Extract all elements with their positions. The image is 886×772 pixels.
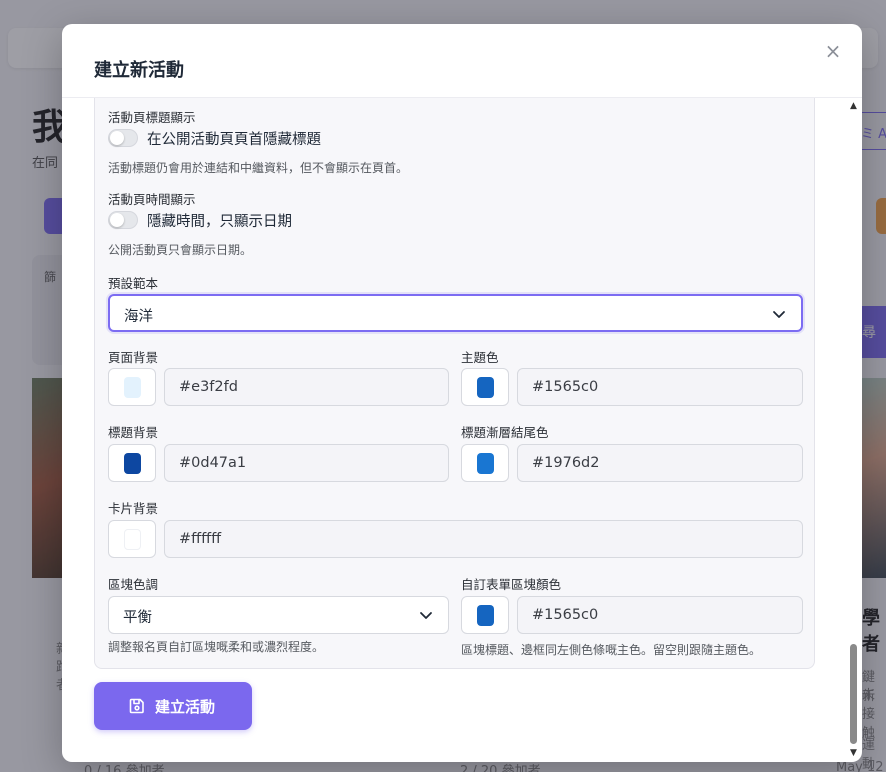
- time-display-hint: 公開活動頁只會顯示日期。: [108, 243, 253, 257]
- block-tone-select-value: 平衡: [123, 610, 152, 626]
- create-event-button-label: 建立活動: [155, 698, 216, 716]
- page-bg-hex-input[interactable]: #e3f2fd: [164, 368, 449, 406]
- scroll-down-arrow[interactable]: ▼: [850, 748, 857, 758]
- block-color-hex-value: #1565c0: [532, 607, 599, 623]
- gradient-end-label: 標題漸層結尾色: [461, 425, 549, 440]
- page-bg-label: 頁面背景: [108, 350, 159, 365]
- close-icon[interactable]: ×: [824, 41, 842, 61]
- page-bg-color-picker[interactable]: [108, 368, 156, 406]
- block-color-picker[interactable]: [461, 596, 509, 634]
- block-tone-hint: 調整報名頁自訂區塊嘅柔和或濃烈程度。: [108, 640, 325, 654]
- gradient-end-swatch: [477, 453, 494, 474]
- block-color-swatch: [477, 605, 494, 626]
- title-bg-swatch: [124, 453, 141, 474]
- theme-color-swatch: [477, 377, 494, 398]
- block-color-label: 自訂表單區塊顏色: [461, 577, 562, 592]
- card-bg-hex-value: #ffffff: [179, 531, 222, 547]
- hide-time-toggle-label[interactable]: 隱藏時間，只顯示日期: [147, 210, 292, 231]
- gradient-end-hex-value: #1976d2: [532, 455, 600, 471]
- block-tone-select[interactable]: 平衡: [108, 596, 449, 634]
- title-display-label: 活動頁標題顯示: [108, 110, 196, 125]
- scroll-up-arrow[interactable]: ▲: [850, 101, 857, 111]
- preset-select[interactable]: 海洋: [108, 294, 803, 332]
- block-color-hint: 區塊標題、邊框同左側色條嘅主色。留空則跟隨主題色。: [461, 643, 762, 657]
- theme-color-hex-input[interactable]: #1565c0: [517, 368, 803, 406]
- card-bg-hex-input[interactable]: #ffffff: [164, 520, 803, 558]
- card-bg-label: 卡片背景: [108, 501, 159, 516]
- create-event-modal: 建立新活動 × 活動頁標題顯示 在公開活動頁頁首隱藏標題 活動標題仍會用於連結和…: [62, 24, 862, 762]
- hide-time-toggle[interactable]: [108, 211, 138, 229]
- title-bg-label: 標題背景: [108, 425, 159, 440]
- title-display-hint: 活動標題仍會用於連結和中繼資料，但不會顯示在頁首。: [108, 161, 409, 175]
- block-tone-label: 區塊色調: [108, 577, 159, 592]
- create-event-button[interactable]: 建立活動: [94, 682, 252, 730]
- title-bg-hex-input[interactable]: #0d47a1: [164, 444, 449, 482]
- theme-color-picker[interactable]: [461, 368, 509, 406]
- page-bg-swatch: [124, 377, 141, 398]
- title-bg-hex-value: #0d47a1: [179, 455, 247, 471]
- toggle-knob: [110, 213, 124, 227]
- preset-select-value: 海洋: [124, 309, 153, 325]
- theme-color-hex-value: #1565c0: [532, 379, 599, 395]
- title-bg-color-picker[interactable]: [108, 444, 156, 482]
- hide-title-toggle[interactable]: [108, 129, 138, 147]
- block-color-hex-input[interactable]: #1565c0: [517, 596, 803, 634]
- save-icon: [129, 698, 144, 714]
- scrollbar-thumb[interactable]: [850, 644, 857, 744]
- time-display-label: 活動頁時間顯示: [108, 192, 196, 207]
- preset-label: 預設範本: [108, 276, 159, 291]
- chevron-down-icon: [420, 612, 432, 619]
- modal-header: 建立新活動 ×: [62, 24, 862, 98]
- card-bg-color-picker[interactable]: [108, 520, 156, 558]
- hide-title-toggle-label[interactable]: 在公開活動頁頁首隱藏標題: [147, 128, 321, 149]
- card-bg-swatch: [124, 529, 141, 550]
- modal-title: 建立新活動: [94, 60, 184, 81]
- appearance-settings-panel: 活動頁標題顯示 在公開活動頁頁首隱藏標題 活動標題仍會用於連結和中繼資料，但不會…: [94, 98, 815, 669]
- gradient-end-hex-input[interactable]: #1976d2: [517, 444, 803, 482]
- gradient-end-color-picker[interactable]: [461, 444, 509, 482]
- theme-color-label: 主題色: [461, 350, 499, 365]
- page-bg-hex-value: #e3f2fd: [179, 379, 238, 395]
- toggle-knob: [110, 131, 124, 145]
- chevron-down-icon: [773, 311, 785, 318]
